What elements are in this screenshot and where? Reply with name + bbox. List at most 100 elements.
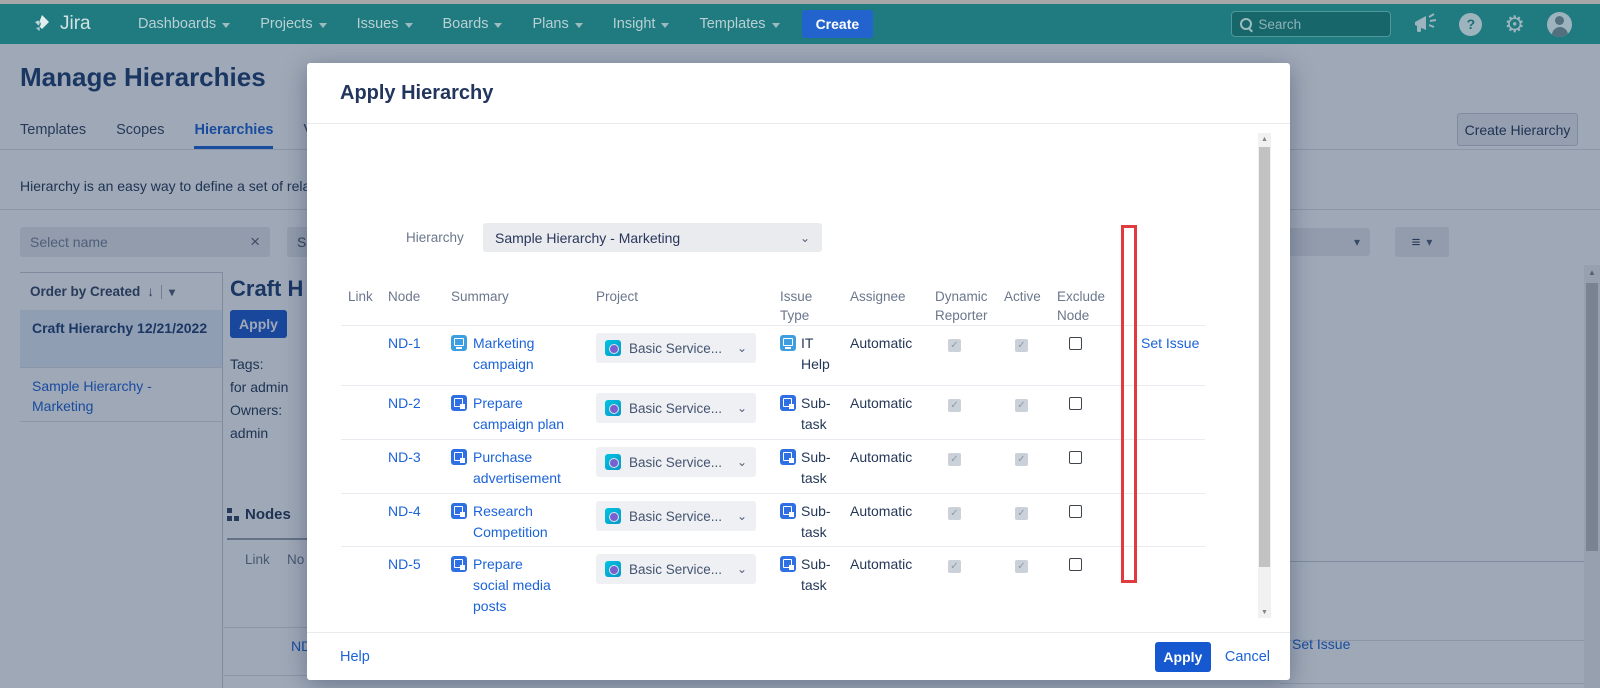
project-select[interactable]: Basic Service...⌄ [596,333,756,363]
announcement-icon[interactable] [1413,13,1437,35]
nav-item-insight[interactable]: Insight [613,16,670,32]
project-select[interactable]: Basic Service...⌄ [596,447,756,477]
subtask-icon [780,395,796,411]
table-row: ND-5 Prepare social media posts Basic Se… [341,546,1205,620]
assignee-value: Automatic [843,547,928,620]
jira-logo[interactable]: Jira [30,12,110,36]
logo-text: Jira [60,13,91,35]
project-select[interactable]: Basic Service...⌄ [596,501,756,531]
annotation-highlight-box [1121,225,1137,583]
col-node: Node [381,279,444,325]
subtask-icon [780,503,796,519]
col-project: Project [589,279,773,325]
chevron-down-icon: ⌄ [737,338,747,359]
search-icon [1240,18,1252,30]
summary-link[interactable]: Marketing campaign [473,333,585,375]
project-avatar-icon [605,400,621,416]
hierarchy-field-label: Hierarchy [406,230,464,245]
chevron-down-icon [494,23,502,28]
col-assignee: Assignee [843,279,928,325]
help-link[interactable]: Help [340,649,370,665]
col-active: Active [997,279,1050,325]
table-row: ND-3 Purchase advertisement Basic Servic… [341,439,1205,493]
chevron-down-icon: ⌄ [800,231,810,245]
summary-link[interactable]: Research Competition [473,501,585,543]
project-select[interactable]: Basic Service...⌄ [596,393,756,423]
node-link[interactable]: ND-2 [388,395,421,411]
exclude-node-checkbox[interactable] [1069,451,1082,464]
chevron-down-icon: ⌄ [737,506,747,527]
search-input[interactable] [1258,17,1368,32]
exclude-node-checkbox[interactable] [1069,397,1082,410]
chevron-down-icon [222,23,230,28]
cancel-link[interactable]: Cancel [1225,649,1270,665]
table-row: ND-2 Prepare campaign plan Basic Service… [341,385,1205,439]
dynamic-reporter-checkbox [948,560,961,573]
active-checkbox [1015,560,1028,573]
chevron-down-icon: ⌄ [737,398,747,419]
active-checkbox [1015,453,1028,466]
modal-title: Apply Hierarchy [340,82,493,105]
scroll-down-icon[interactable]: ▼ [1258,606,1271,618]
active-checkbox [1015,339,1028,352]
global-search[interactable] [1231,11,1391,37]
nav-item-projects[interactable]: Projects [260,16,326,32]
scroll-up-icon[interactable]: ▲ [1258,133,1271,145]
help-icon[interactable]: ? [1459,13,1482,36]
exclude-node-checkbox[interactable] [1069,558,1082,571]
nodes-table: Link Node Summary Project Issue Type Ass… [341,279,1205,620]
nav-item-issues[interactable]: Issues [357,16,413,32]
create-button[interactable]: Create [802,10,874,38]
it-help-icon [451,335,467,351]
jira-logo-icon [30,12,54,36]
set-issue-link[interactable]: Set Issue [1141,335,1199,351]
nav-item-dashboards[interactable]: Dashboards [138,16,230,32]
exclude-node-checkbox[interactable] [1069,505,1082,518]
col-dynamic-reporter: Dynamic Reporter [928,279,997,325]
dynamic-reporter-checkbox [948,339,961,352]
gear-icon[interactable]: ⚙ [1504,13,1525,36]
scrollbar-thumb[interactable] [1259,147,1270,567]
modal-scrollbar[interactable]: ▲ ▼ [1258,133,1271,618]
project-avatar-icon [605,454,621,470]
assignee-value: Automatic [843,326,928,385]
project-select[interactable]: Basic Service...⌄ [596,554,756,584]
chevron-down-icon [772,23,780,28]
project-avatar-icon [605,340,621,356]
subtask-icon [780,449,796,465]
node-link[interactable]: ND-5 [388,556,421,572]
active-checkbox [1015,507,1028,520]
project-avatar-icon [605,508,621,524]
project-avatar-icon [605,561,621,577]
assignee-value: Automatic [843,494,928,546]
chevron-down-icon [319,23,327,28]
dynamic-reporter-checkbox [948,507,961,520]
chevron-down-icon: ⌄ [737,452,747,473]
top-nav: Jira Dashboards Projects Issues Boards P… [0,4,1600,44]
summary-link[interactable]: Prepare campaign plan [473,393,585,435]
hierarchy-select[interactable]: Sample Hierarchy - Marketing ⌄ [483,223,822,252]
nav-menu: Dashboards Projects Issues Boards Plans … [138,16,780,32]
col-link: Link [341,279,381,325]
chevron-down-icon: ⌄ [737,559,747,580]
nav-item-plans[interactable]: Plans [532,16,582,32]
modal-body: Hierarchy Sample Hierarchy - Marketing ⌄… [307,124,1290,620]
apply-button[interactable]: Apply [1155,642,1211,672]
node-link[interactable]: ND-3 [388,449,421,465]
active-checkbox [1015,399,1028,412]
summary-link[interactable]: Prepare social media posts [473,554,557,617]
nav-item-boards[interactable]: Boards [443,16,503,32]
user-avatar[interactable] [1547,12,1572,37]
col-exclude-node: Exclude Node [1050,279,1105,325]
nav-right-group: ? ⚙ [1231,11,1572,37]
chevron-down-icon [661,23,669,28]
col-issue-type: Issue Type [773,279,843,325]
exclude-node-checkbox[interactable] [1069,337,1082,350]
node-link[interactable]: ND-4 [388,503,421,519]
dynamic-reporter-checkbox [948,453,961,466]
col-summary: Summary [444,279,589,325]
summary-link[interactable]: Purchase advertisement [473,447,585,489]
subtask-icon [451,395,467,411]
nav-item-templates[interactable]: Templates [699,16,779,32]
node-link[interactable]: ND-1 [388,335,421,351]
